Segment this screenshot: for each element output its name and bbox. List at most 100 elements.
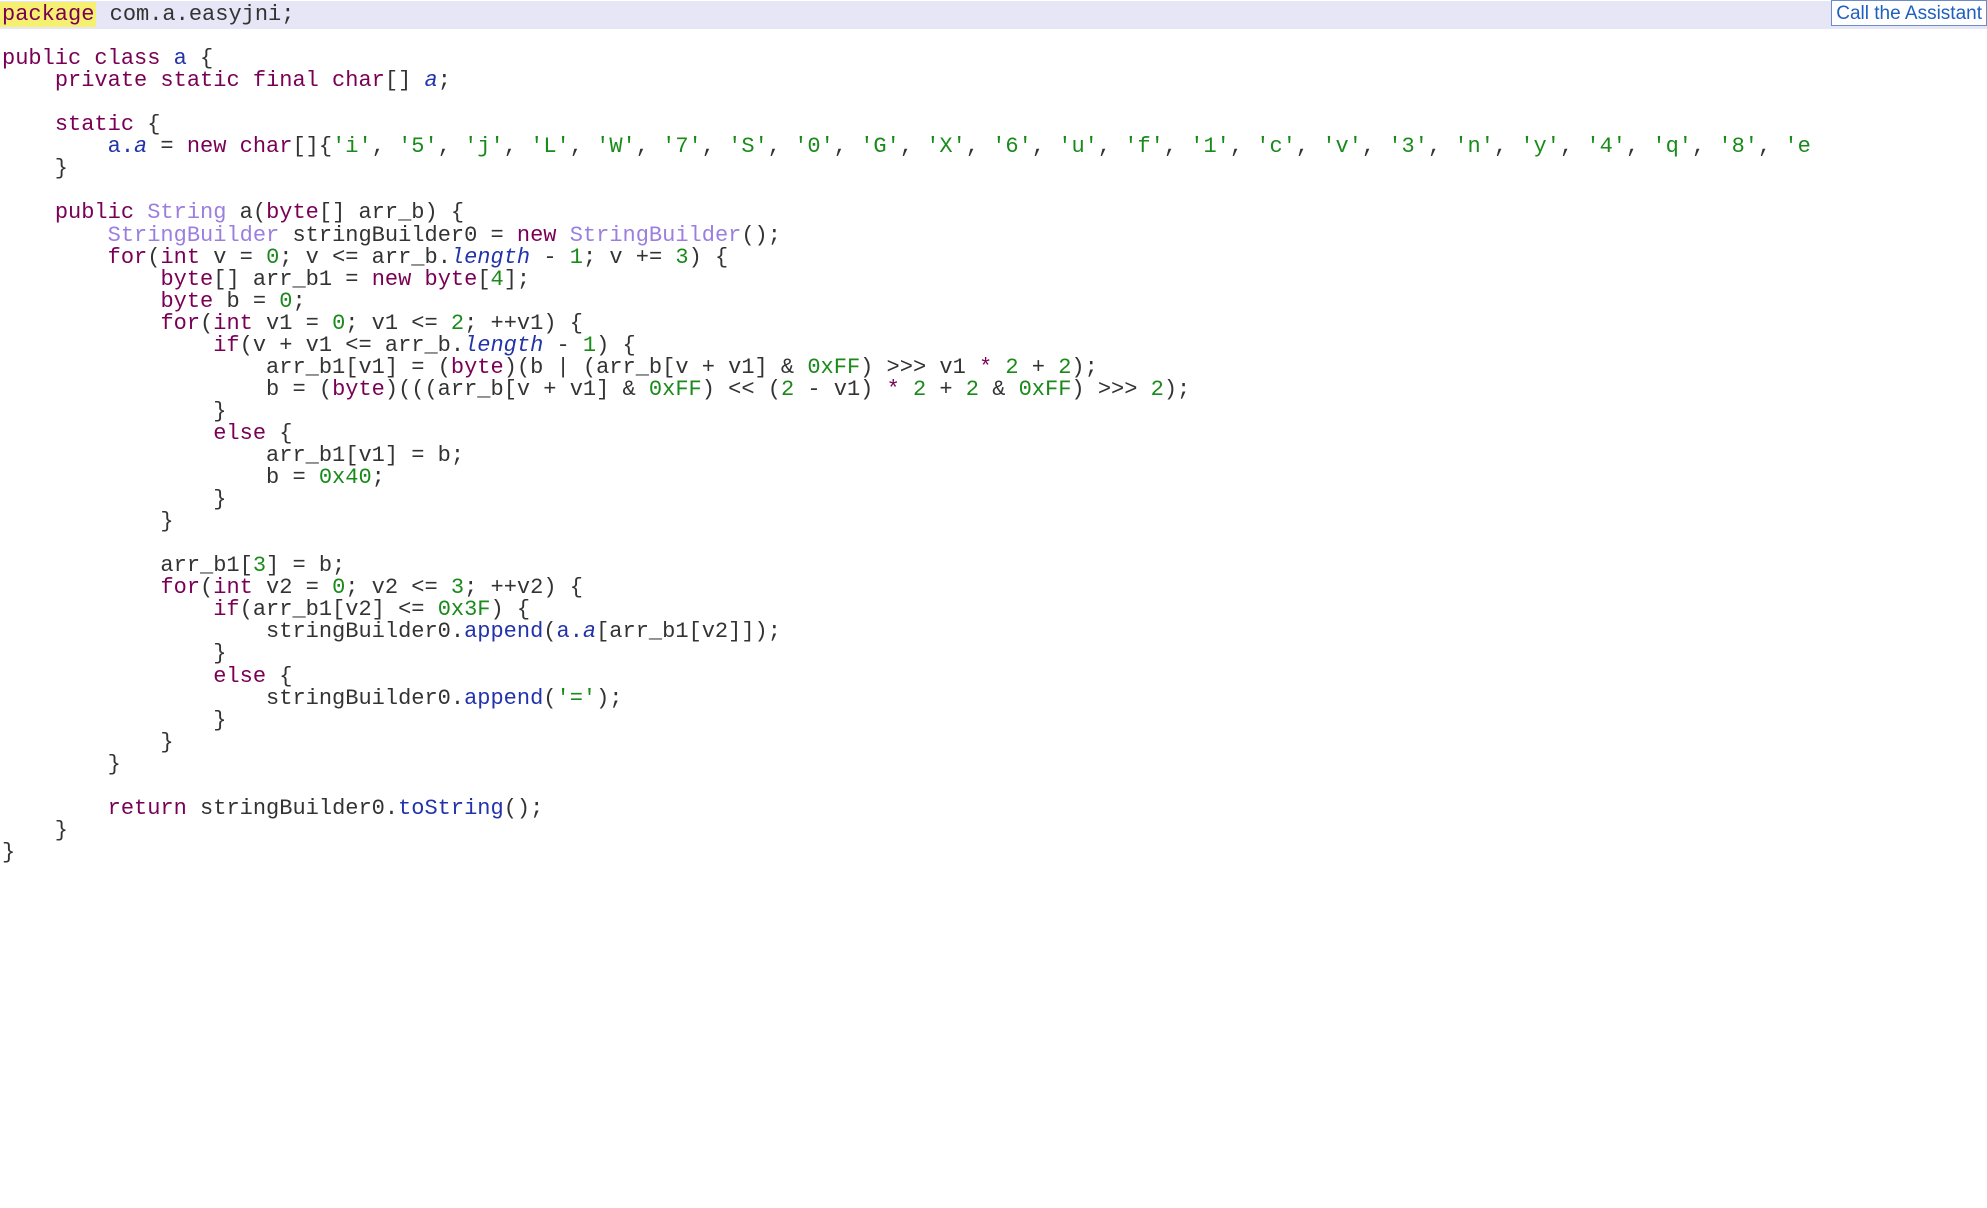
code-token: 'W': [596, 134, 636, 160]
code-token: )(((arr_b[v + v1] &: [384, 376, 649, 402]
code-token: ,: [1692, 134, 1719, 160]
code-token: a.: [107, 134, 135, 160]
code-token: &: [979, 376, 1019, 402]
code-token: +: [926, 376, 966, 402]
code-token: ,: [1295, 134, 1323, 160]
code-token: 0xFF: [1018, 376, 1072, 402]
code-token: ;: [437, 68, 451, 94]
code-line: a.a = new char[]{'i', '5', 'j', 'L', 'W'…: [2, 133, 1811, 161]
code-token: 0xFF: [648, 376, 702, 402]
code-token: 'n': [1454, 134, 1494, 160]
code-token: ,: [635, 134, 663, 160]
code-token: 'G': [860, 134, 900, 160]
code-token: com.a.easyjni;: [96, 2, 295, 27]
code-line: }: [2, 751, 121, 779]
code-token: byte: [332, 376, 385, 402]
code-editor[interactable]: package com.a.easyjni; public class a { p…: [0, 0, 1987, 1208]
code-token: -: [530, 244, 570, 270]
code-line: }: [2, 155, 68, 183]
code-token: '0': [794, 134, 834, 160]
code-token: ) << (: [701, 376, 781, 402]
code-token: ,: [1361, 134, 1389, 160]
code-token: private static final char: [54, 68, 385, 94]
code-token: 'i': [332, 134, 372, 160]
code-token: ,: [371, 134, 399, 160]
code-token: [: [477, 266, 491, 292]
code-token: a.: [556, 619, 583, 645]
code-token: []{: [292, 134, 333, 160]
code-token: ];: [503, 266, 531, 292]
code-token: 2: [1150, 376, 1164, 402]
code-token: 'u': [1058, 134, 1098, 160]
code-token: '=': [556, 685, 597, 711]
code-line: }: [2, 508, 174, 536]
code-token: ,: [1229, 134, 1257, 160]
code-token: ();: [741, 222, 781, 248]
code-token: '7': [662, 134, 702, 160]
code-token: append: [464, 685, 544, 711]
code-token: ,: [569, 134, 597, 160]
code-token: return: [107, 795, 187, 821]
code-token: 0x40: [318, 465, 372, 491]
code-token: ();: [503, 795, 544, 821]
code-token: - v1): [794, 376, 887, 402]
code-token: ,: [833, 134, 861, 160]
code-token: ,: [1427, 134, 1455, 160]
code-token: );: [596, 685, 623, 711]
code-token: ,: [1097, 134, 1125, 160]
code-token: '8': [1718, 134, 1759, 160]
code-token: *: [886, 376, 900, 402]
code-token: 2: [780, 376, 795, 402]
code-token: ,: [965, 134, 993, 160]
code-token: []: [384, 68, 425, 94]
code-token: (: [543, 619, 557, 645]
code-token: '3': [1388, 134, 1428, 160]
code-token: 3: [675, 244, 689, 270]
code-token: new char: [186, 134, 293, 160]
code-token: ;: [371, 465, 385, 491]
code-token: '5': [398, 134, 438, 160]
code-token: ,: [437, 134, 465, 160]
code-token: }: [2, 839, 16, 865]
code-line: return stringBuilder0.toString();: [2, 795, 544, 823]
code-line: private static final char[] a;: [2, 67, 451, 95]
code-token: ) >>>: [1071, 376, 1151, 402]
code-token: append: [464, 619, 544, 645]
code-token: 'v': [1322, 134, 1362, 160]
call-assistant-button[interactable]: Call the Assistant: [1831, 0, 1987, 26]
code-token: }: [2, 509, 174, 535]
code-token: toString: [398, 795, 504, 821]
code-token: 'c': [1256, 134, 1296, 160]
code-token: a: [134, 134, 148, 160]
code-token: (: [543, 685, 557, 711]
code-token: ) {: [688, 244, 729, 270]
code-token: 2: [912, 376, 927, 402]
code-token: 'L': [530, 134, 570, 160]
code-token: '6': [992, 134, 1032, 160]
code-token: a: [424, 68, 438, 94]
code-token: ,: [1625, 134, 1653, 160]
code-line: }: [2, 839, 15, 867]
code-token: '1': [1190, 134, 1230, 160]
code-token: 2: [965, 376, 979, 402]
code-token: '4': [1586, 134, 1626, 160]
code-token: ,: [1163, 134, 1191, 160]
code-token: 4: [490, 266, 504, 292]
code-token: 'X': [926, 134, 966, 160]
code-token: ; v +=: [582, 244, 676, 270]
code-token: ,: [767, 134, 795, 160]
code-token: package: [0, 2, 97, 27]
code-token: [arr_b1[v2]]);: [596, 619, 781, 645]
code-token: new byte: [371, 266, 478, 292]
code-token: }: [2, 156, 69, 182]
code-token: a: [582, 619, 597, 645]
code-token: ,: [1559, 134, 1587, 160]
code-token: ,: [503, 134, 531, 160]
code-token: );: [1163, 376, 1191, 402]
code-token: 'S': [728, 134, 768, 160]
code-token: 'y': [1520, 134, 1560, 160]
code-token: 'j': [464, 134, 504, 160]
code-token: ,: [1031, 134, 1059, 160]
code-token: ,: [899, 134, 927, 160]
